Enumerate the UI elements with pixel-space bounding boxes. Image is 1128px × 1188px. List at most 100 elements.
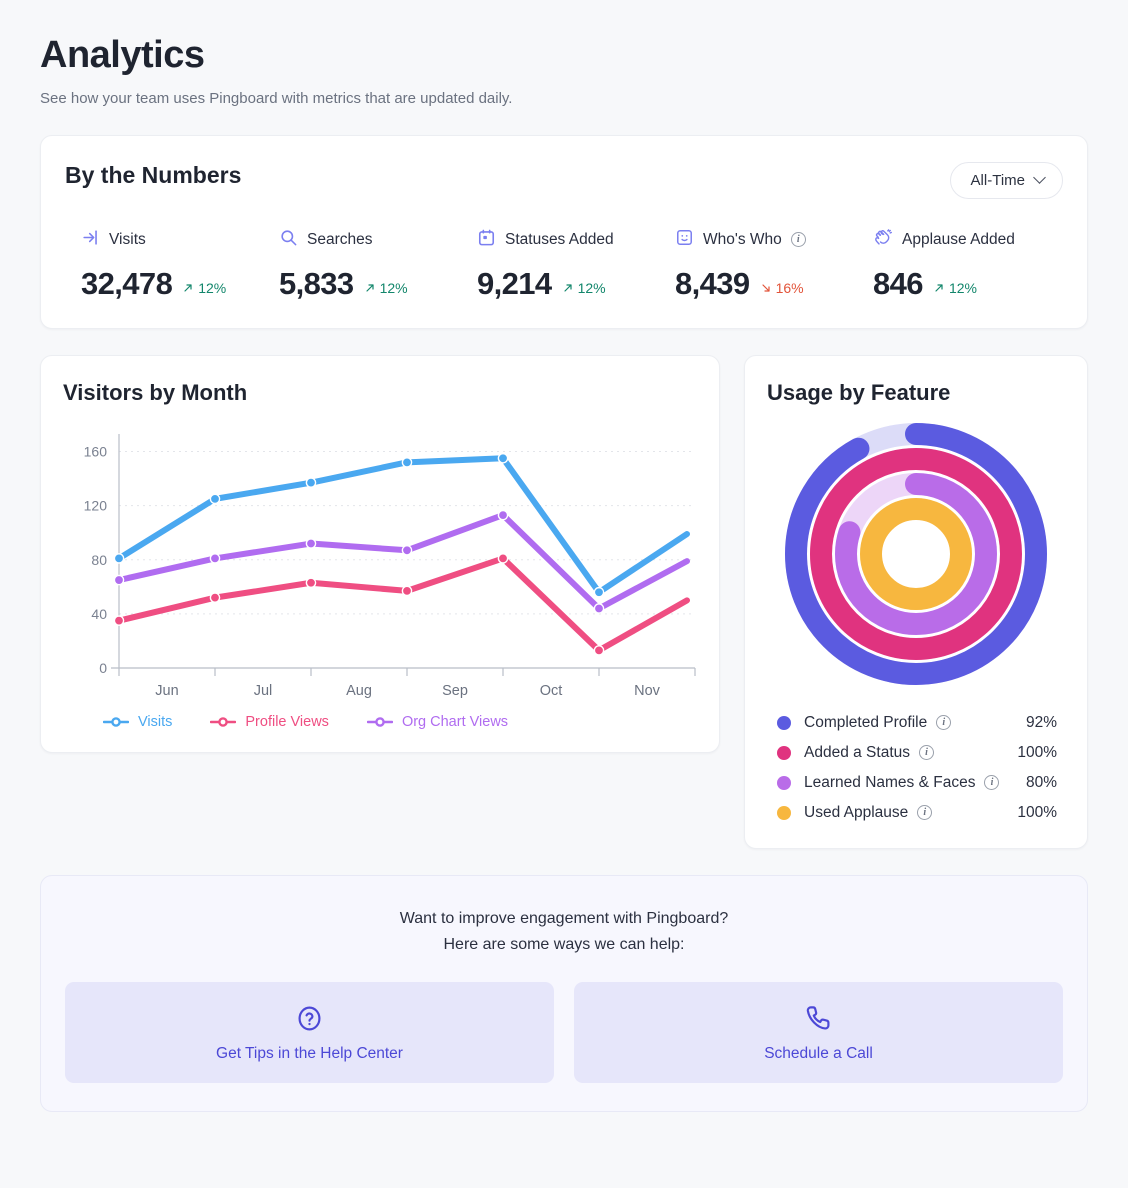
stat-value: 32,478	[81, 265, 173, 301]
search-icon	[279, 228, 298, 252]
stat-delta-value: 12%	[198, 279, 227, 296]
help-center-button-label: Get Tips in the Help Center	[216, 1045, 403, 1063]
stat-statuses-added: Statuses Added 9,214 12%	[477, 229, 675, 302]
chevron-down-icon	[1035, 173, 1046, 184]
stat-value: 846	[873, 265, 924, 301]
legend-item-profile-views[interactable]: Profile Views	[210, 714, 329, 730]
legend-marker-icon	[210, 716, 237, 727]
face-card-icon	[675, 228, 694, 252]
usage-by-feature-title: Usage by Feature	[767, 379, 951, 405]
usage-legend-label: Learned Names & Faces	[804, 773, 976, 791]
stat-value: 9,214	[477, 265, 552, 301]
help-actions: Get Tips in the Help Center Schedule a C…	[65, 982, 1063, 1084]
legend-item-org-chart-views[interactable]: Org Chart Views	[366, 713, 509, 730]
stat-visits: Visits 32,478 12%	[81, 229, 279, 302]
schedule-call-button-label: Schedule a Call	[764, 1045, 873, 1063]
usage-legend-row: Added a Status i 100%	[777, 744, 1057, 762]
analytics-page: Analytics See how your team uses Pingboa…	[0, 0, 1128, 1113]
svg-text:Jun: Jun	[155, 683, 178, 698]
stat-delta-value: 16%	[775, 279, 804, 296]
svg-text:40: 40	[91, 606, 107, 622]
stat-delta-value: 12%	[948, 279, 977, 296]
stats-row: Visits 32,478 12% Searches 5,833 12% Sta…	[65, 229, 1063, 302]
visitors-by-month-card: Visitors by Month 0 40 80 120 160 Jun Jul Aug Se…	[40, 354, 720, 753]
usage-legend-row: Completed Profile i 92%	[777, 714, 1057, 732]
line-chart-svg: 0 40 80 120 160 Jun Jul Aug Sep Oct Nov	[84, 433, 696, 698]
timeframe-value: All-Time	[970, 171, 1025, 189]
svg-text:120: 120	[84, 497, 108, 513]
login-arrow-icon	[81, 228, 100, 252]
ring-segment	[860, 497, 972, 610]
legend-item-visits[interactable]: Visits	[103, 714, 172, 730]
legend-marker-icon	[103, 716, 129, 727]
help-line-2: Here are some ways we can help:	[443, 936, 685, 954]
stat-value: 5,833	[279, 265, 354, 301]
stat-delta: 16%	[760, 280, 804, 296]
stat-delta-value: 12%	[379, 279, 408, 296]
visitors-by-month-title: Visitors by Month	[63, 379, 248, 405]
legend-color-dot-icon	[777, 775, 791, 790]
phone-icon	[584, 1004, 1053, 1033]
donut-chart-svg	[785, 422, 1047, 685]
page-subtitle: See how your team uses Pingboard with me…	[40, 89, 513, 107]
legend-marker-icon	[366, 716, 393, 727]
stat-value: 8,439	[675, 265, 750, 301]
info-icon[interactable]: i	[790, 232, 806, 248]
usage-legend-row: Learned Names & Faces i 80%	[777, 774, 1057, 792]
stat-label: Applause Added	[902, 230, 1015, 248]
stat-delta: 12%	[364, 280, 408, 296]
usage-legend: Completed Profile i 92% Added a Status i 100%…	[767, 714, 1065, 822]
usage-legend-row: Used Applause i 100%	[777, 804, 1057, 822]
legend-color-dot-icon	[777, 715, 791, 730]
page-title: Analytics	[40, 34, 205, 76]
question-circle-icon	[75, 1004, 544, 1033]
stat-whos-who: Who's Who i 8,439 16%	[675, 229, 873, 302]
info-icon[interactable]: i	[917, 805, 933, 821]
help-center-button[interactable]: Get Tips in the Help Center	[65, 982, 554, 1084]
stat-delta: 12%	[182, 280, 226, 296]
legend-color-dot-icon	[777, 805, 791, 820]
svg-text:160: 160	[84, 443, 108, 459]
usage-legend-label: Used Applause	[804, 803, 909, 821]
stat-applause-added: Applause Added 846 12%	[873, 229, 1063, 302]
stat-delta: 12%	[562, 280, 606, 296]
usage-by-feature-card: Usage by Feature Completed Profile i 92% Ad…	[744, 354, 1088, 849]
by-the-numbers-header: By the Numbers All-Time	[65, 161, 1063, 199]
by-the-numbers-card: By the Numbers All-Time Visits 32,478 12…	[40, 134, 1088, 329]
stat-label: Visits	[109, 230, 146, 248]
timeframe-dropdown[interactable]: All-Time	[949, 161, 1063, 199]
svg-text:Aug: Aug	[346, 683, 372, 698]
stat-delta-value: 12%	[577, 279, 606, 296]
stat-label: Who's Who	[703, 230, 782, 248]
by-the-numbers-title: By the Numbers	[65, 161, 242, 188]
usage-legend-label: Added a Status	[804, 743, 910, 761]
line-chart-plot: 0 40 80 120 160 Jun Jul Aug Sep Oct Nov	[63, 428, 697, 698]
info-icon[interactable]: i	[919, 745, 934, 761]
info-icon[interactable]: i	[984, 775, 1000, 791]
charts-row: Visitors by Month 0 40 80 120 160 Jun Jul Aug Se…	[40, 354, 1088, 849]
schedule-call-button[interactable]: Schedule a Call	[574, 982, 1063, 1084]
applause-icon	[873, 227, 893, 252]
legend-item-label: Org Chart Views	[401, 713, 509, 730]
svg-text:Oct: Oct	[540, 683, 563, 698]
donut-chart-wrap	[767, 420, 1065, 688]
line-chart-legend: Visits Profile Views Org Chart Views	[63, 714, 697, 730]
usage-legend-value: 80%	[1025, 773, 1057, 791]
svg-text:Sep: Sep	[442, 683, 468, 698]
svg-text:80: 80	[91, 551, 107, 567]
stat-delta: 12%	[933, 280, 977, 296]
svg-text:Nov: Nov	[634, 683, 661, 698]
info-icon[interactable]: i	[936, 715, 952, 731]
usage-legend-value: 100%	[1017, 803, 1057, 821]
legend-item-label: Visits	[138, 713, 173, 730]
legend-item-label: Profile Views	[245, 713, 329, 730]
help-panel: Want to improve engagement with Pingboar…	[40, 874, 1088, 1113]
calendar-icon	[477, 228, 496, 252]
stat-searches: Searches 5,833 12%	[279, 229, 477, 302]
usage-legend-value: 100%	[1017, 743, 1057, 761]
help-line-1: Want to improve engagement with Pingboar…	[399, 909, 729, 927]
usage-legend-value: 92%	[1025, 713, 1057, 731]
legend-color-dot-icon	[777, 745, 791, 760]
svg-text:0: 0	[99, 660, 107, 676]
stat-label: Statuses Added	[505, 230, 614, 248]
